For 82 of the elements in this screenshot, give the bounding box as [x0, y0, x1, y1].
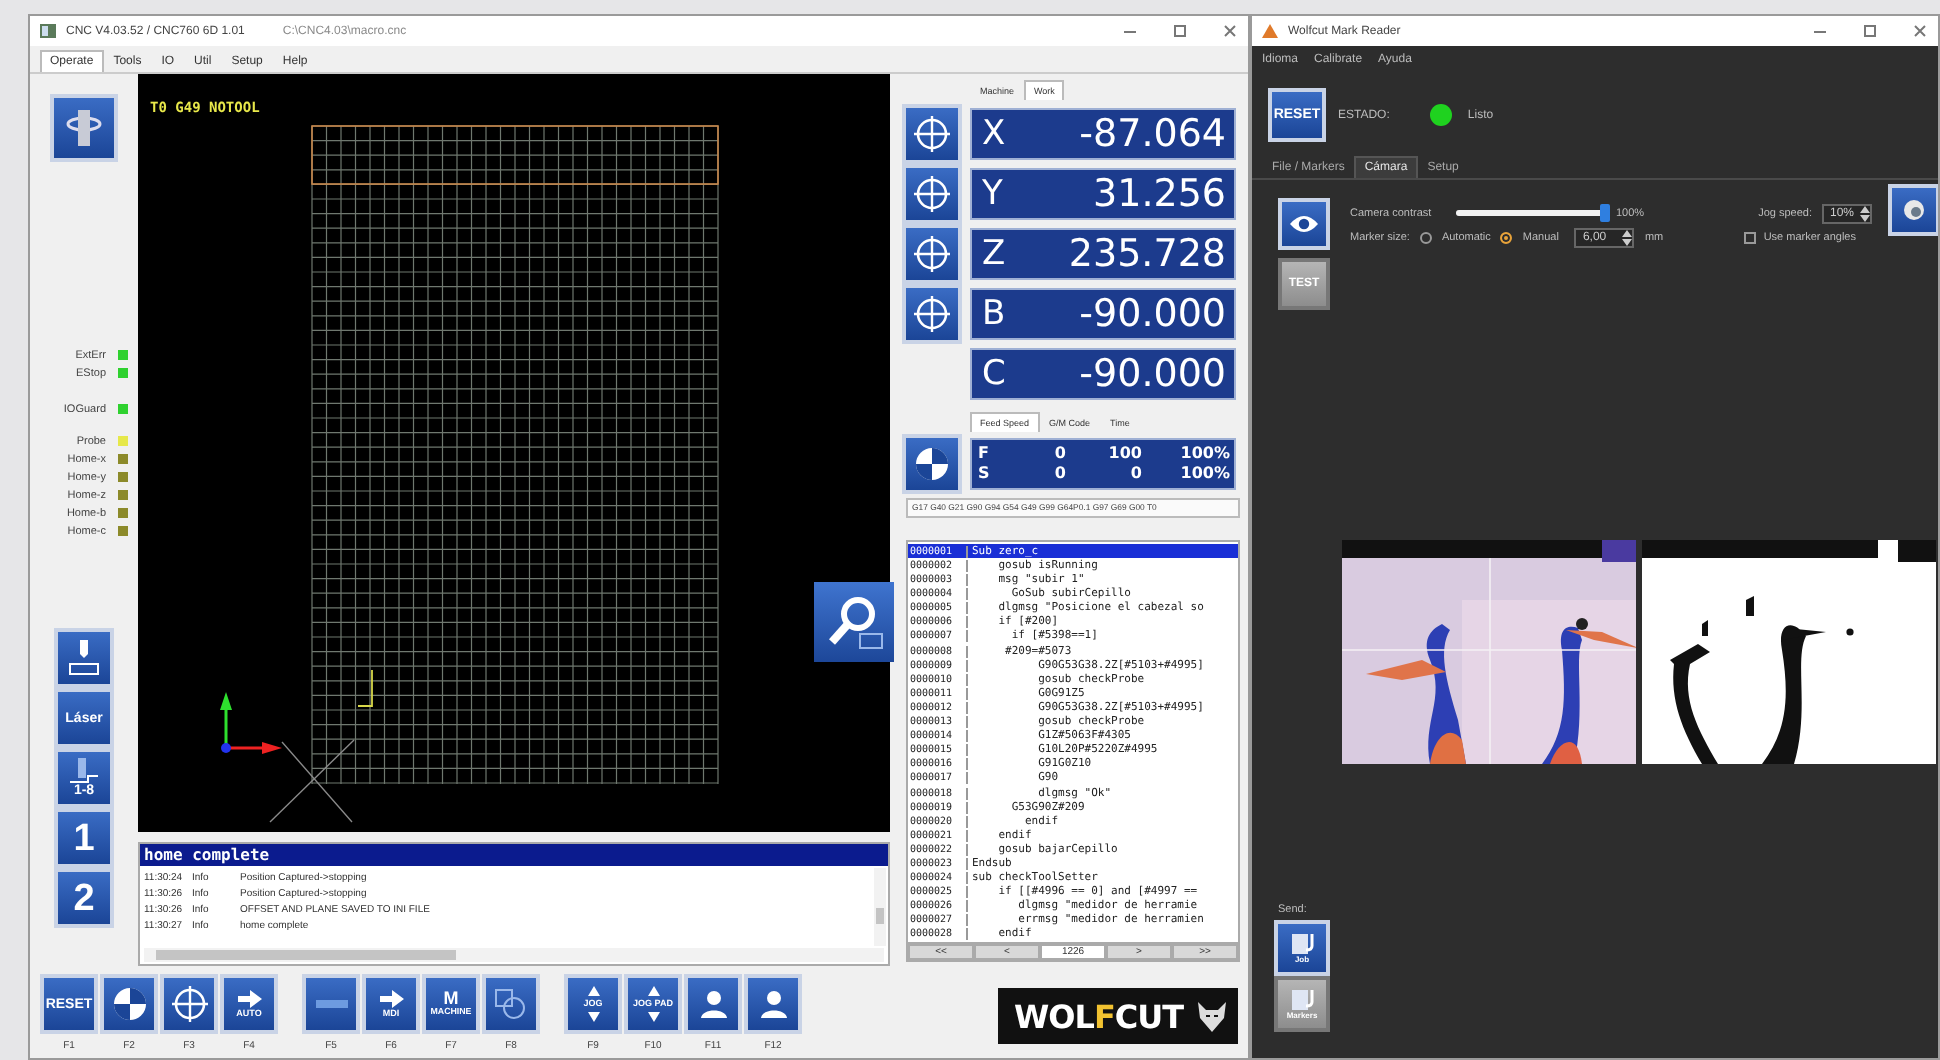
shapes-icon: [493, 988, 529, 1020]
user-icon: [697, 988, 729, 1020]
up-arrow-icon: [647, 985, 659, 996]
spin-arrows-icon: [1622, 229, 1633, 245]
user-button[interactable]: [688, 978, 738, 1030]
axis-letter: Y: [982, 174, 1003, 214]
last-message: home complete: [140, 844, 888, 866]
zero-button[interactable]: [906, 437, 958, 490]
feed-actual: 0: [1052, 464, 1066, 485]
axis-value: -90.000: [1079, 351, 1226, 396]
feed-override: 100%: [1178, 464, 1230, 485]
feed-override: 100%: [1178, 444, 1230, 465]
close-icon[interactable]: [1910, 23, 1930, 39]
view-button[interactable]: [1282, 202, 1326, 246]
crosshair-icon: [912, 294, 952, 334]
down-arrow-icon: [647, 1012, 659, 1023]
radio-button[interactable]: [1419, 231, 1432, 243]
user-icon: [757, 988, 789, 1020]
eye-icon: [1288, 212, 1320, 236]
wolf-head-icon: [1194, 998, 1230, 1034]
app-icon: [1262, 24, 1278, 38]
spin-arrows-icon: [1860, 205, 1870, 221]
zero-point-icon: [912, 443, 952, 484]
feed-letter: F: [978, 444, 991, 465]
crosshair-icon: [912, 114, 952, 154]
up-arrow-icon: [587, 985, 599, 996]
down-arrow-icon: [587, 1012, 599, 1023]
camera-icon: [1900, 195, 1928, 223]
logo-text: WOLFCUT: [1014, 997, 1184, 1035]
spindle-icon: [64, 106, 104, 150]
axis-letter: C: [982, 353, 1006, 394]
feed-actual: 0: [1052, 444, 1066, 465]
axis-value: -87.064: [1079, 112, 1226, 156]
axis-value: 235.728: [1068, 232, 1226, 276]
locate-button[interactable]: [906, 288, 958, 340]
scrollbar[interactable]: [144, 948, 884, 962]
search-icon: [824, 592, 884, 652]
drill-icon: [70, 758, 98, 784]
tool-setter-icon: [64, 638, 104, 678]
axis-letter: B: [982, 294, 1006, 334]
camera-button[interactable]: [1892, 187, 1936, 231]
cross-lines-drawing: [269, 739, 355, 823]
scrollbar[interactable]: [874, 868, 886, 946]
crosshair-icon: [169, 984, 209, 1024]
locate-button[interactable]: [906, 108, 958, 160]
locate-button[interactable]: [164, 978, 214, 1030]
slider-thumb[interactable]: [1600, 204, 1610, 222]
tool-marker-drawing: [357, 669, 373, 707]
maximize-icon[interactable]: [1170, 23, 1190, 39]
axis-value: 31.256: [1093, 172, 1226, 216]
maximize-icon[interactable]: [1860, 23, 1880, 39]
spindle-button[interactable]: [54, 98, 114, 158]
shapes-button[interactable]: [486, 978, 536, 1030]
axis-letter: Z: [982, 234, 1006, 274]
locate-button[interactable]: [906, 168, 958, 220]
axis-letter: X: [982, 114, 1006, 154]
checkbox[interactable]: [1743, 231, 1756, 243]
user-button[interactable]: [748, 978, 798, 1030]
app-icon: [40, 24, 56, 38]
feed-set: 100: [1106, 444, 1142, 465]
zero-button[interactable]: [104, 978, 154, 1030]
arrow-icon: [377, 988, 405, 1011]
document-icon: [1288, 932, 1316, 956]
contrast-slider[interactable]: [1456, 204, 1606, 222]
axis-triad-icon: [220, 692, 282, 754]
crosshair-icon: [912, 174, 952, 214]
zoom-button[interactable]: [814, 582, 894, 662]
radio-button[interactable]: [1500, 231, 1513, 243]
zero-point-icon: [109, 984, 149, 1024]
document-icon: [1288, 988, 1316, 1012]
locate-button[interactable]: [906, 228, 958, 280]
preset-button[interactable]: 2: [58, 872, 110, 924]
feed-letter: S: [978, 464, 992, 485]
crosshair-icon: [912, 234, 952, 274]
preset-button[interactable]: 1: [58, 812, 110, 864]
close-icon[interactable]: [1220, 23, 1240, 39]
feed-set: 0: [1128, 464, 1142, 485]
bar-icon: [313, 998, 349, 1010]
arrow-icon: [235, 988, 263, 1011]
program-button[interactable]: [306, 978, 356, 1030]
tool-setter-button[interactable]: [58, 632, 110, 684]
axis-value: -90.000: [1079, 292, 1226, 336]
